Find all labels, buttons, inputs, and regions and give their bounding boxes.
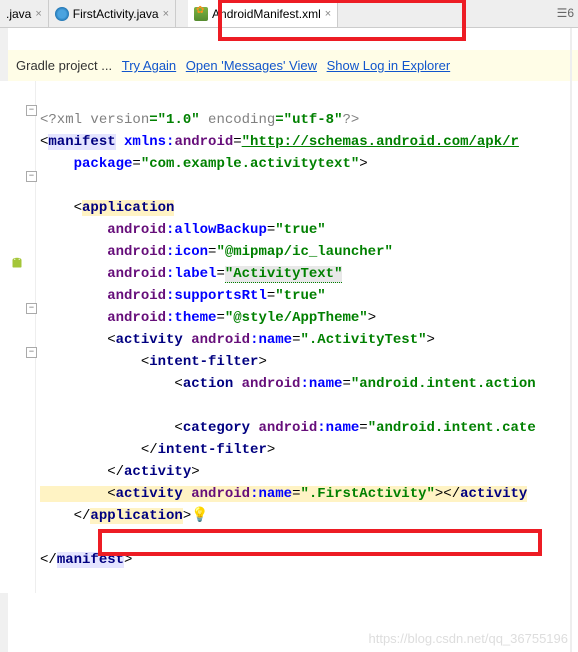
tab-label: .java bbox=[6, 7, 31, 21]
fold-icon[interactable]: − bbox=[26, 347, 37, 358]
android-mascot-icon bbox=[8, 254, 26, 272]
show-log-link[interactable]: Show Log in Explorer bbox=[327, 58, 451, 73]
fold-icon[interactable]: − bbox=[26, 303, 37, 314]
tab-java-partial[interactable]: .java × bbox=[0, 0, 49, 27]
xml-file-icon bbox=[194, 7, 208, 21]
editor-tabs: .java × FirstActivity.java × AndroidMani… bbox=[0, 0, 578, 28]
tab-label: AndroidManifest.xml bbox=[212, 7, 321, 21]
close-icon[interactable]: × bbox=[35, 8, 41, 20]
java-class-icon bbox=[55, 7, 69, 21]
open-messages-link[interactable]: Open 'Messages' View bbox=[186, 58, 317, 73]
watermark-text: https://blog.csdn.net/qq_36755196 bbox=[369, 631, 569, 646]
code-content[interactable]: <?xml version="1.0" encoding="utf-8"?> <… bbox=[40, 87, 578, 593]
try-again-link[interactable]: Try Again bbox=[122, 58, 176, 73]
intention-bulb-icon[interactable]: 💡 bbox=[191, 508, 208, 524]
gradle-notification-bar: Gradle project ... Try Again Open 'Messa… bbox=[0, 50, 578, 81]
editor-gutter: − − − − bbox=[0, 81, 36, 593]
close-icon[interactable]: × bbox=[325, 8, 331, 20]
tab-list-button[interactable]: ☰6 bbox=[557, 6, 574, 20]
tab-label: FirstActivity.java bbox=[73, 7, 159, 21]
tab-android-manifest[interactable]: AndroidManifest.xml × bbox=[188, 0, 338, 27]
notification-text: Gradle project ... bbox=[16, 58, 112, 73]
close-icon[interactable]: × bbox=[163, 8, 169, 20]
code-editor[interactable]: − − − − <?xml version="1.0" encoding="ut… bbox=[0, 81, 578, 593]
fold-icon[interactable]: − bbox=[26, 105, 37, 116]
fold-icon[interactable]: − bbox=[26, 171, 37, 182]
tab-first-activity[interactable]: FirstActivity.java × bbox=[49, 0, 176, 27]
